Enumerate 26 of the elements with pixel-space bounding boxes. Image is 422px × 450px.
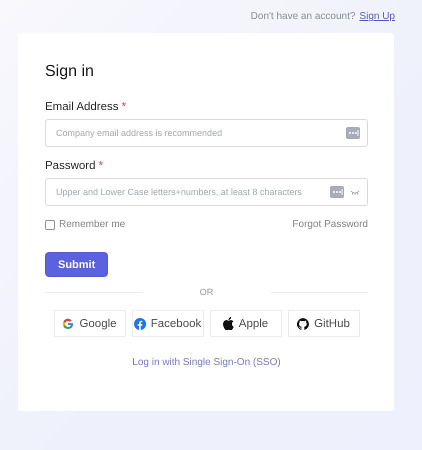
- github-login-button[interactable]: GitHub: [288, 310, 360, 337]
- sso-link[interactable]: Log in with Single Sign-On (SSO): [132, 357, 281, 368]
- key-icon: [346, 127, 360, 139]
- input-field[interactable]: Company email address is recommended: [45, 119, 368, 147]
- key-icon: [330, 186, 344, 198]
- sign-up-link[interactable]: Sign Up: [359, 11, 395, 33]
- field-label: Password: [45, 160, 96, 172]
- github-icon: [297, 318, 310, 330]
- apple-login-button[interactable]: Apple: [210, 310, 282, 337]
- eye-icon[interactable]: [350, 190, 360, 194]
- apple-icon: [222, 317, 234, 330]
- field-label: Email Address: [45, 101, 119, 113]
- facebook-login-button[interactable]: Facebook: [132, 310, 204, 337]
- input-field[interactable]: Upper and Lower Case letters+numbers, at least 8 characters: [45, 178, 368, 206]
- google-icon: [62, 318, 74, 330]
- required-mark: *: [122, 101, 126, 113]
- remember-label: Remember me: [59, 219, 126, 230]
- submit-button[interactable]: Submit: [45, 252, 108, 277]
- or-divider-label: OR: [198, 287, 214, 297]
- remember-checkbox[interactable]: [45, 220, 55, 230]
- form-title: Sign in: [45, 63, 95, 81]
- forgot-password-link[interactable]: Forgot Password: [292, 219, 368, 230]
- account-prompt: Don't have an account?: [250, 11, 356, 24]
- google-login-button[interactable]: Google: [54, 310, 126, 337]
- facebook-icon: [134, 318, 146, 330]
- required-mark: *: [98, 160, 103, 172]
